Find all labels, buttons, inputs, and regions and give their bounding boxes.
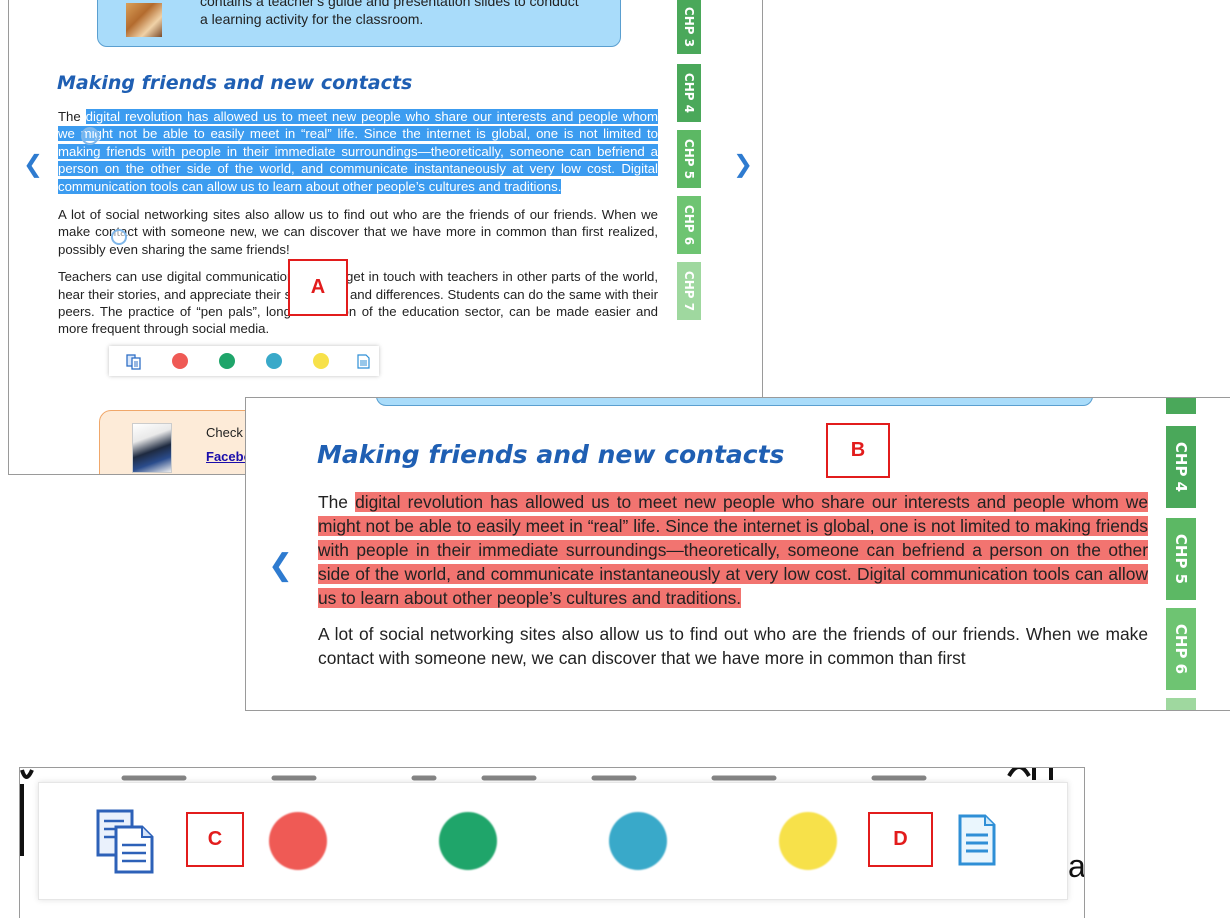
- copy-icon[interactable]: [126, 354, 142, 375]
- red-highlight-icon[interactable]: [269, 812, 327, 870]
- green-highlight-icon[interactable]: [439, 812, 497, 870]
- paragraph-1[interactable]: The digital revolution has allowed us to…: [58, 108, 658, 195]
- red-highlight-icon[interactable]: [172, 353, 188, 369]
- article-body: The digital revolution has allowed us to…: [318, 490, 1148, 670]
- callout-label-d: D: [868, 812, 933, 867]
- info-thumbnail: [132, 423, 172, 473]
- previous-page-arrow[interactable]: ❮: [268, 548, 293, 583]
- chapter-tab-4[interactable]: CHP 4: [1166, 426, 1196, 508]
- selected-text[interactable]: digital revolution has allowed us to mee…: [58, 109, 658, 194]
- resource-banner-edge: [376, 398, 1093, 406]
- chapter-tab-6[interactable]: CHP 6: [677, 196, 701, 254]
- paragraph-3: Teachers can use digital communication t…: [58, 269, 658, 337]
- red-highlighted-text[interactable]: digital revolution has allowed us to mee…: [318, 492, 1148, 608]
- article-body: The digital revolution has allowed us to…: [58, 108, 658, 338]
- paragraph-1-lead: The: [58, 109, 86, 124]
- copy-icon[interactable]: [96, 809, 156, 880]
- green-highlight-icon[interactable]: [219, 353, 235, 369]
- banner-line-2: a learning activity for the classroom.: [200, 11, 424, 27]
- callout-label-a: A: [288, 259, 348, 316]
- paragraph-1-lead: The: [318, 492, 356, 512]
- background-text-edge-left: [20, 784, 24, 856]
- banner-line-1: contains a teacher's guide and presentat…: [200, 0, 579, 9]
- section-title: Making friends and new contacts: [317, 440, 785, 469]
- yellow-highlight-icon[interactable]: [779, 812, 837, 870]
- section-title: Making friends and new contacts: [57, 72, 413, 94]
- banner-thumbnail: [126, 3, 162, 37]
- chapter-tab-7[interactable]: CHP 7: [677, 262, 701, 320]
- callout-label-b: B: [826, 423, 890, 478]
- selection-end-handle[interactable]: [111, 229, 127, 245]
- chapter-tab-4[interactable]: CHP 4: [677, 64, 701, 122]
- callout-label-c: C: [186, 812, 244, 867]
- highlight-toolbar-small: [109, 346, 379, 376]
- paragraph-2: A lot of social networking sites also al…: [318, 624, 1148, 668]
- chapter-tab-5[interactable]: CHP 5: [677, 130, 701, 188]
- chapter-tab-3-edge[interactable]: [1166, 398, 1196, 414]
- teal-highlight-icon[interactable]: [266, 353, 282, 369]
- teal-highlight-icon[interactable]: [609, 812, 667, 870]
- panel-b-reader: Making friends and new contacts The digi…: [245, 397, 1230, 711]
- chapter-tab-7-edge[interactable]: [1166, 698, 1196, 710]
- yellow-highlight-icon[interactable]: [313, 353, 329, 369]
- note-icon[interactable]: [357, 354, 370, 374]
- paragraph-2: A lot of social networking sites also al…: [58, 207, 658, 257]
- selection-start-handle[interactable]: [81, 127, 99, 145]
- note-icon[interactable]: [957, 813, 997, 872]
- chapter-tab-3[interactable]: CHP 3: [677, 0, 701, 54]
- background-text-edge-right: a: [1068, 848, 1085, 884]
- resource-banner: contains a teacher's guide and presentat…: [97, 0, 621, 47]
- paragraph-1[interactable]: The digital revolution has allowed us to…: [318, 490, 1148, 610]
- next-page-arrow[interactable]: ❯: [733, 150, 753, 178]
- chapter-tab-5[interactable]: CHP 5: [1166, 518, 1196, 600]
- chapter-tab-6[interactable]: CHP 6: [1166, 608, 1196, 690]
- previous-page-arrow[interactable]: ❮: [23, 150, 43, 178]
